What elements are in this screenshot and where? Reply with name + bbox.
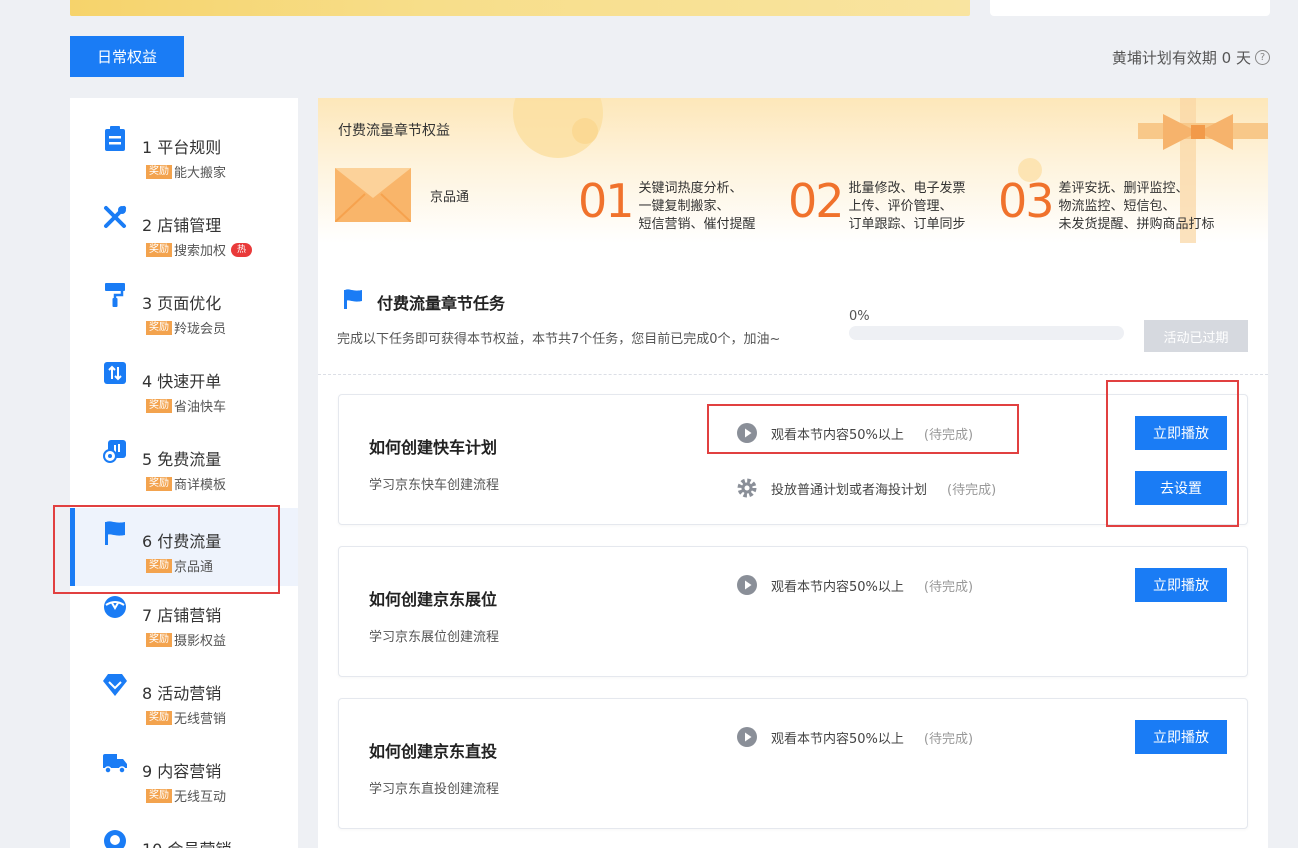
sidebar-item-quick-order[interactable]: 4 快速开单 奖励 省油快车 bbox=[70, 332, 298, 415]
sidebar-item-free-traffic[interactable]: 5 免费流量 奖励 商详模板 bbox=[70, 410, 298, 493]
play-icon bbox=[737, 727, 757, 747]
lesson-title: 如何创建快车计划 bbox=[369, 438, 498, 457]
benefit-feature: 02 批量修改、电子发票 上传、评价管理、 订单跟踪、订单同步 bbox=[788, 178, 966, 234]
sidebar-item-title: 10 会员营销 bbox=[142, 836, 231, 848]
progress-percent: 0% bbox=[849, 309, 870, 324]
feature-line: 订单跟踪、订单同步 bbox=[848, 217, 966, 232]
task-status: (待完成) bbox=[923, 579, 974, 595]
member-icon bbox=[102, 828, 128, 848]
feature-line: 关键词热度分析、 bbox=[638, 181, 743, 196]
sidebar-item-event-marketing[interactable]: 8 活动营销 奖励 无线营销 bbox=[70, 644, 298, 727]
feature-number: 03 bbox=[998, 174, 1055, 228]
sidebar-item-title: 2 店铺管理 bbox=[142, 216, 222, 235]
shop-bag-icon bbox=[102, 594, 128, 620]
sidebar-item-content-marketing[interactable]: 9 内容营销 奖励 无线互动 bbox=[70, 722, 298, 805]
clipboard-icon bbox=[102, 126, 128, 152]
swap-icon bbox=[102, 360, 128, 386]
hero-title: 付费流量章节权益 bbox=[338, 123, 450, 139]
sidebar-item-title: 3 页面优化 bbox=[142, 294, 222, 313]
sidebar-item-store-management[interactable]: 2 店铺管理 奖励 搜索加权热 bbox=[70, 176, 298, 259]
truck-icon bbox=[102, 750, 128, 776]
task-text: 投放普通计划或者海投计划 bbox=[771, 482, 928, 498]
lesson-title: 如何创建京东直投 bbox=[369, 742, 498, 761]
feature-line: 差评安抚、删评监控、 bbox=[1058, 181, 1189, 196]
daily-benefits-tab[interactable]: 日常权益 bbox=[70, 36, 184, 77]
sidebar-item-title: 5 免费流量 bbox=[142, 450, 222, 469]
play-now-button[interactable]: 立即播放 bbox=[1135, 720, 1227, 754]
task-status: (待完成) bbox=[923, 731, 974, 747]
sidebar-annotation-box bbox=[53, 505, 280, 594]
task-item: 观看本节内容50%以上 (待完成) bbox=[737, 575, 973, 595]
feature-line: 未发货提醒、拼购商品打标 bbox=[1058, 217, 1215, 232]
envelope-icon bbox=[335, 168, 411, 222]
feature-desc: 批量修改、电子发票 上传、评价管理、 订单跟踪、订单同步 bbox=[849, 180, 966, 234]
sidebar-item-title: 9 内容营销 bbox=[142, 762, 222, 781]
hero-product-name: 京品通 bbox=[430, 190, 470, 205]
sidebar-item-title: 4 快速开单 bbox=[142, 372, 222, 391]
feature-number: 01 bbox=[578, 174, 635, 228]
progress-bar bbox=[849, 326, 1124, 340]
buttons-annotation-box bbox=[1106, 380, 1239, 527]
activity-expired-button[interactable]: 活动已过期 bbox=[1144, 320, 1248, 352]
sidebar-item-platform-rules[interactable]: 1 平台规则 奖励 能大搬家 bbox=[70, 98, 298, 181]
lesson-desc: 学习京东展位创建流程 bbox=[369, 630, 500, 645]
feature-number: 02 bbox=[788, 174, 845, 228]
sidebar-item-title: 8 活动营销 bbox=[142, 684, 222, 703]
benefit-feature: 01 关键词热度分析、 一键复制搬家、 短信营销、催付提醒 bbox=[578, 178, 756, 234]
feature-line: 物流监控、短信包、 bbox=[1058, 199, 1176, 214]
diamond-icon bbox=[102, 672, 128, 698]
gift-bow-icon bbox=[1163, 114, 1233, 150]
decor-bubble bbox=[572, 118, 598, 144]
lesson-card: 如何创建京东展位 学习京东展位创建流程 观看本节内容50%以上 (待完成) 立即… bbox=[338, 546, 1248, 677]
benefit-feature: 03 差评安抚、删评监控、 物流监控、短信包、 未发货提醒、拼购商品打标 bbox=[998, 178, 1215, 234]
paint-roller-icon bbox=[102, 282, 128, 308]
task-item: 观看本节内容50%以上 (待完成) bbox=[737, 727, 973, 747]
sidebar-item-reward: 商详模板 bbox=[174, 478, 227, 493]
top-card bbox=[990, 0, 1270, 16]
play-now-button[interactable]: 立即播放 bbox=[1135, 568, 1227, 602]
sidebar-item-member-marketing[interactable]: 10 会员营销 bbox=[70, 800, 298, 848]
help-icon[interactable]: ? bbox=[1255, 50, 1270, 65]
plan-validity: 黄埔计划有效期 0 天 ? bbox=[1112, 47, 1270, 68]
tasks-title: 付费流量章节任务 bbox=[377, 294, 506, 313]
traffic-icon bbox=[102, 438, 128, 464]
tools-icon bbox=[102, 204, 128, 230]
feature-line: 短信营销、催付提醒 bbox=[638, 217, 756, 232]
task-status: (待完成) bbox=[947, 482, 997, 498]
sidebar-item-title: 1 平台规则 bbox=[142, 138, 222, 157]
task-text: 观看本节内容50%以上 bbox=[771, 579, 904, 595]
lesson-title: 如何创建京东展位 bbox=[369, 590, 498, 609]
validity-text: 黄埔计划有效期 0 天 bbox=[1111, 49, 1251, 67]
feature-line: 批量修改、电子发票 bbox=[848, 181, 966, 196]
sidebar-item-title: 7 店铺营销 bbox=[142, 606, 222, 625]
section-divider bbox=[318, 374, 1268, 375]
feature-desc: 关键词热度分析、 一键复制搬家、 短信营销、催付提醒 bbox=[639, 180, 756, 234]
gear-icon bbox=[737, 478, 757, 498]
task-annotation-box bbox=[707, 404, 1019, 454]
chapter-sidebar: 1 平台规则 奖励 能大搬家 2 店铺管理 奖励 搜索加权热 3 页面优化 奖励 羚珑… bbox=[70, 98, 298, 848]
lesson-desc: 学习京东快车创建流程 bbox=[369, 478, 500, 493]
feature-line: 上传、评价管理、 bbox=[848, 199, 953, 214]
play-icon bbox=[737, 575, 757, 595]
feature-line: 一键复制搬家、 bbox=[638, 199, 730, 214]
lesson-card: 如何创建京东直投 学习京东直投创建流程 观看本节内容50%以上 (待完成) 立即… bbox=[338, 698, 1248, 829]
top-banner bbox=[70, 0, 970, 16]
sidebar-item-sub: 奖励 商详模板 bbox=[146, 474, 226, 493]
lesson-desc: 学习京东直投创建流程 bbox=[369, 782, 500, 797]
benefits-hero: 付费流量章节权益 京品通 01 关键词热度分析、 一键复制搬家、 短信营销、催付… bbox=[318, 98, 1268, 243]
flag-icon bbox=[344, 289, 362, 309]
task-item: 投放普通计划或者海投计划 (待完成) bbox=[737, 478, 996, 498]
sidebar-item-page-optimization[interactable]: 3 页面优化 奖励 羚珑会员 bbox=[70, 254, 298, 337]
tasks-description: 完成以下任务即可获得本节权益，本节共7个任务，您目前已完成0个，加油~ bbox=[337, 332, 781, 347]
task-text: 观看本节内容50%以上 bbox=[771, 731, 904, 747]
reward-tag: 奖励 bbox=[146, 476, 172, 491]
feature-desc: 差评安抚、删评监控、 物流监控、短信包、 未发货提醒、拼购商品打标 bbox=[1059, 180, 1215, 234]
